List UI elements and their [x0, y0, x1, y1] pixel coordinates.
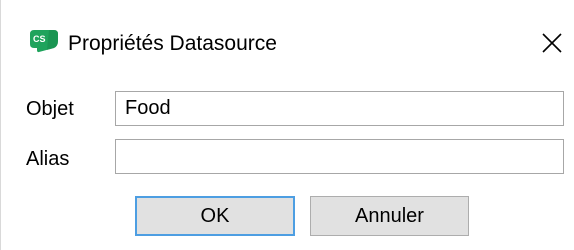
ok-button[interactable]: OK — [135, 196, 295, 236]
object-label: Objet — [26, 98, 74, 120]
close-button[interactable] — [537, 28, 567, 58]
alias-input[interactable] — [115, 139, 564, 174]
cs-app-icon: CS — [29, 29, 59, 53]
close-icon — [542, 33, 562, 53]
title-bar: CS Propriétés Datasource — [1, 0, 574, 86]
window-title: Propriétés Datasource — [68, 32, 277, 55]
alias-label: Alias — [26, 148, 70, 170]
properties-dialog: CS Propriétés Datasource Objet Alias OK … — [0, 0, 574, 250]
object-input[interactable] — [115, 91, 564, 126]
app-icon-label: CS — [33, 34, 46, 44]
cancel-button[interactable]: Annuler — [310, 196, 469, 236]
